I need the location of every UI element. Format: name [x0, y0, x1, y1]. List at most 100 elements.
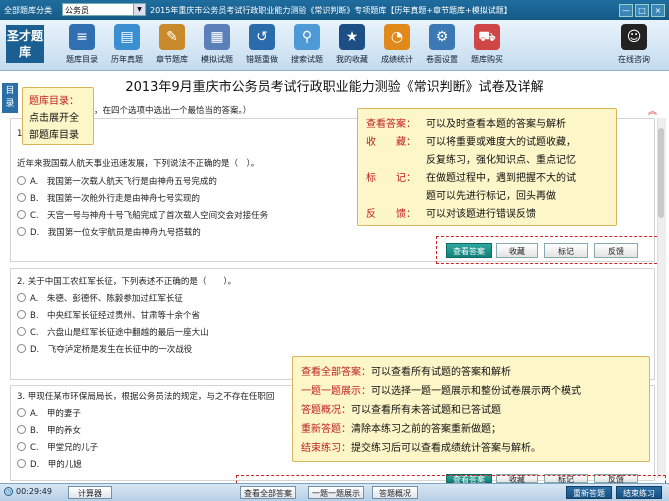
tooltip-key: 反 馈：: [366, 209, 416, 220]
tooltip-desc: 可以及时查看本题的答案与解析: [426, 119, 566, 130]
close-button[interactable]: ×: [651, 4, 665, 17]
category-select[interactable]: 公务员 ▼: [62, 3, 146, 16]
radio-icon[interactable]: [17, 408, 26, 417]
view-answer-button[interactable]: 查看答案: [446, 243, 492, 258]
qq-icon: ☺: [621, 24, 647, 50]
one-by-one-button[interactable]: 一题一题展示: [308, 486, 364, 499]
mock-exam-icon: ▦: [204, 24, 230, 50]
redo-icon: ↺: [249, 24, 275, 50]
timer: 00:29:49: [16, 487, 52, 496]
toolbar-button-settings[interactable]: ⚙ 卷面设置: [420, 24, 464, 65]
toolbar-button-label: 我的收藏: [336, 55, 368, 64]
finish-button[interactable]: 结束练习: [616, 486, 662, 499]
toolbar-button-label: 卷面设置: [426, 55, 458, 64]
tooltip-line: 收 藏： 可以将重要或难度大的试题收藏，: [366, 133, 576, 148]
tooltip-desc: 可以查看所有试题的答案和解析: [371, 367, 511, 378]
toolbar-button-qq[interactable]: ☺ 在线咨询: [612, 24, 656, 65]
toolbar-button-chapter[interactable]: ✎ 章节题库: [150, 24, 194, 65]
radio-icon[interactable]: [17, 459, 26, 468]
toolbar-button-label: 成绩统计: [381, 55, 413, 64]
toolbar-button-label: 题库目录: [66, 55, 98, 64]
option-d[interactable]: D. 我国第一位女宇航员是由神舟九号搭载的: [17, 226, 201, 238]
collapse-icon[interactable]: ︽: [648, 104, 657, 117]
category-label: 全部题库分类: [4, 6, 52, 15]
tooltip-desc: 题可以先进行标记，回头再做: [426, 191, 556, 202]
settings-icon: ⚙: [429, 24, 455, 50]
tooltip-key: 重新答题：: [301, 424, 351, 435]
tooltip-desc: 在做题过程中，遇到把握不大的试: [426, 173, 576, 184]
catalog-icon: ≡: [69, 24, 95, 50]
option-a[interactable]: A. 甲的妻子: [17, 407, 81, 419]
tooltip-desc: 清除本练习之前的答案重新做题；: [351, 424, 501, 435]
toolbar-button-label: 模拟试题: [201, 55, 233, 64]
tooltip-line: 结束练习：提交练习后可以查看成绩统计答案与解析。: [301, 439, 541, 454]
footer-actions-tooltip: 查看全部答案：可以查看所有试题的答案和解析 一题一题展示：可以选择一题一题展示和整…: [292, 356, 650, 462]
option-d[interactable]: D. 飞夺泸定桥是发生在长征中的一次战役: [17, 343, 192, 355]
minimize-button[interactable]: —: [619, 4, 633, 17]
radio-icon[interactable]: [17, 293, 26, 302]
past-papers-icon: ▤: [114, 24, 140, 50]
option-c[interactable]: C. 甲堂兄的儿子: [17, 441, 98, 453]
feedback-button[interactable]: 反馈: [594, 243, 638, 258]
option-d[interactable]: D. 甲的儿媳: [17, 458, 82, 470]
tooltip-line: 重新答题：清除本练习之前的答案重新做题；: [301, 420, 501, 435]
toolbar-button-redo[interactable]: ↺ 错题重做: [240, 24, 284, 65]
tooltip-desc: 提交练习后可以查看成绩统计答案与解析。: [351, 443, 541, 454]
toolbar-button-statistics[interactable]: ◔ 成绩统计: [375, 24, 419, 65]
radio-icon[interactable]: [17, 310, 26, 319]
radio-icon[interactable]: [17, 442, 26, 451]
category-select-value: 公务员: [65, 6, 89, 15]
radio-icon[interactable]: [17, 176, 26, 185]
tooltip-desc: 可以对该题进行错误反馈: [426, 209, 536, 220]
option-b[interactable]: B. 我国第一次舱外行走是由神舟七号实现的: [17, 192, 200, 204]
option-b[interactable]: B. 甲的养女: [17, 424, 81, 436]
favorite-button[interactable]: 收藏: [496, 243, 538, 258]
exam-title: 2015年重庆市公务员考试行政职业能力测验《常识判断》专项题库【历年真题+章节题…: [150, 6, 512, 15]
tooltip-line: 一题一题展示：可以选择一题一题展示和整份试卷展示两个模式: [301, 382, 581, 397]
toolbar-button-cart[interactable]: ⛟ 题库购买: [465, 24, 509, 65]
mark-button[interactable]: 标记: [544, 243, 588, 258]
option-a[interactable]: A. 我国第一次载人航天飞行是由神舟五号完成的: [17, 175, 217, 187]
maximize-button[interactable]: □: [635, 4, 649, 17]
scrollbar-thumb[interactable]: [658, 128, 664, 218]
option-c[interactable]: C. 天宫一号与神舟十号飞船完成了首次载人空间交会对接任务: [17, 209, 268, 221]
option-b[interactable]: B. 中央红军长征经过贵州、甘肃等十余个省: [17, 309, 200, 321]
answer-overview-button[interactable]: 答题概况: [372, 486, 418, 499]
main-toolbar: 圣才题库 ≡ 题库目录 ▤ 历年真题 ✎ 章节题库 ▦ 模拟试题 ↺ 错题重做 ⚲ 搜索试题 ★ 我的收藏…: [0, 20, 669, 71]
cart-icon: ⛟: [474, 24, 500, 50]
search-icon: ⚲: [294, 24, 320, 50]
radio-icon[interactable]: [17, 193, 26, 202]
toolbar-button-mock-exam[interactable]: ▦ 模拟试题: [195, 24, 239, 65]
tooltip-key: 一题一题展示：: [301, 386, 371, 397]
toolbar-button-label: 历年真题: [111, 55, 143, 64]
page-title: 2013年9月重庆市公务员考试行政职业能力测验《常识判断》试卷及详解: [125, 80, 544, 95]
radio-icon[interactable]: [17, 425, 26, 434]
option-a[interactable]: A. 朱德、彭德怀、陈毅参加过红军长征: [17, 292, 183, 304]
toolbar-button-past-papers[interactable]: ▤ 历年真题: [105, 24, 149, 65]
restart-button[interactable]: 重新答题: [566, 486, 612, 499]
radio-icon[interactable]: [17, 327, 26, 336]
calculator-button[interactable]: 计算器: [68, 486, 112, 499]
view-all-answers-button[interactable]: 查看全部答案: [240, 486, 296, 499]
tooltip-desc: 可以选择一题一题展示和整份试卷展示两个模式: [371, 386, 581, 397]
radio-icon[interactable]: [17, 227, 26, 236]
sidebar-catalog-tab[interactable]: 目录: [2, 83, 18, 113]
toolbar-button-favorite[interactable]: ★ 我的收藏: [330, 24, 374, 65]
question-text: 近年来我国载人航天事业迅速发展，下列说法不正确的是（ ）。: [17, 159, 260, 169]
clock-icon: ◷: [4, 487, 13, 496]
radio-icon[interactable]: [17, 210, 26, 219]
toolbar-button-catalog[interactable]: ≡ 题库目录: [60, 24, 104, 65]
statistics-icon: ◔: [384, 24, 410, 50]
logo: 圣才题库: [6, 25, 44, 63]
option-c[interactable]: C. 六盘山是红军长征途中翻越的最后一座大山: [17, 326, 209, 338]
radio-icon[interactable]: [17, 344, 26, 353]
chevron-down-icon[interactable]: ▼: [133, 4, 145, 15]
toolbar-button-label: 章节题库: [156, 55, 188, 64]
toolbar-button-search[interactable]: ⚲ 搜索试题: [285, 24, 329, 65]
tooltip-line: 答题概况：可以查看所有未答试题和已答试题: [301, 401, 501, 416]
question-text: 2. 关于中国工农红军长征，下列表述不正确的是（ ）。: [17, 277, 237, 287]
chapter-icon: ✎: [159, 24, 185, 50]
catalog-tooltip: 题库目录： 点击展开全 部题库目录: [22, 87, 94, 145]
tooltip-line: 部题库目录: [29, 130, 79, 141]
toolbar-button-label: 在线咨询: [618, 55, 650, 64]
